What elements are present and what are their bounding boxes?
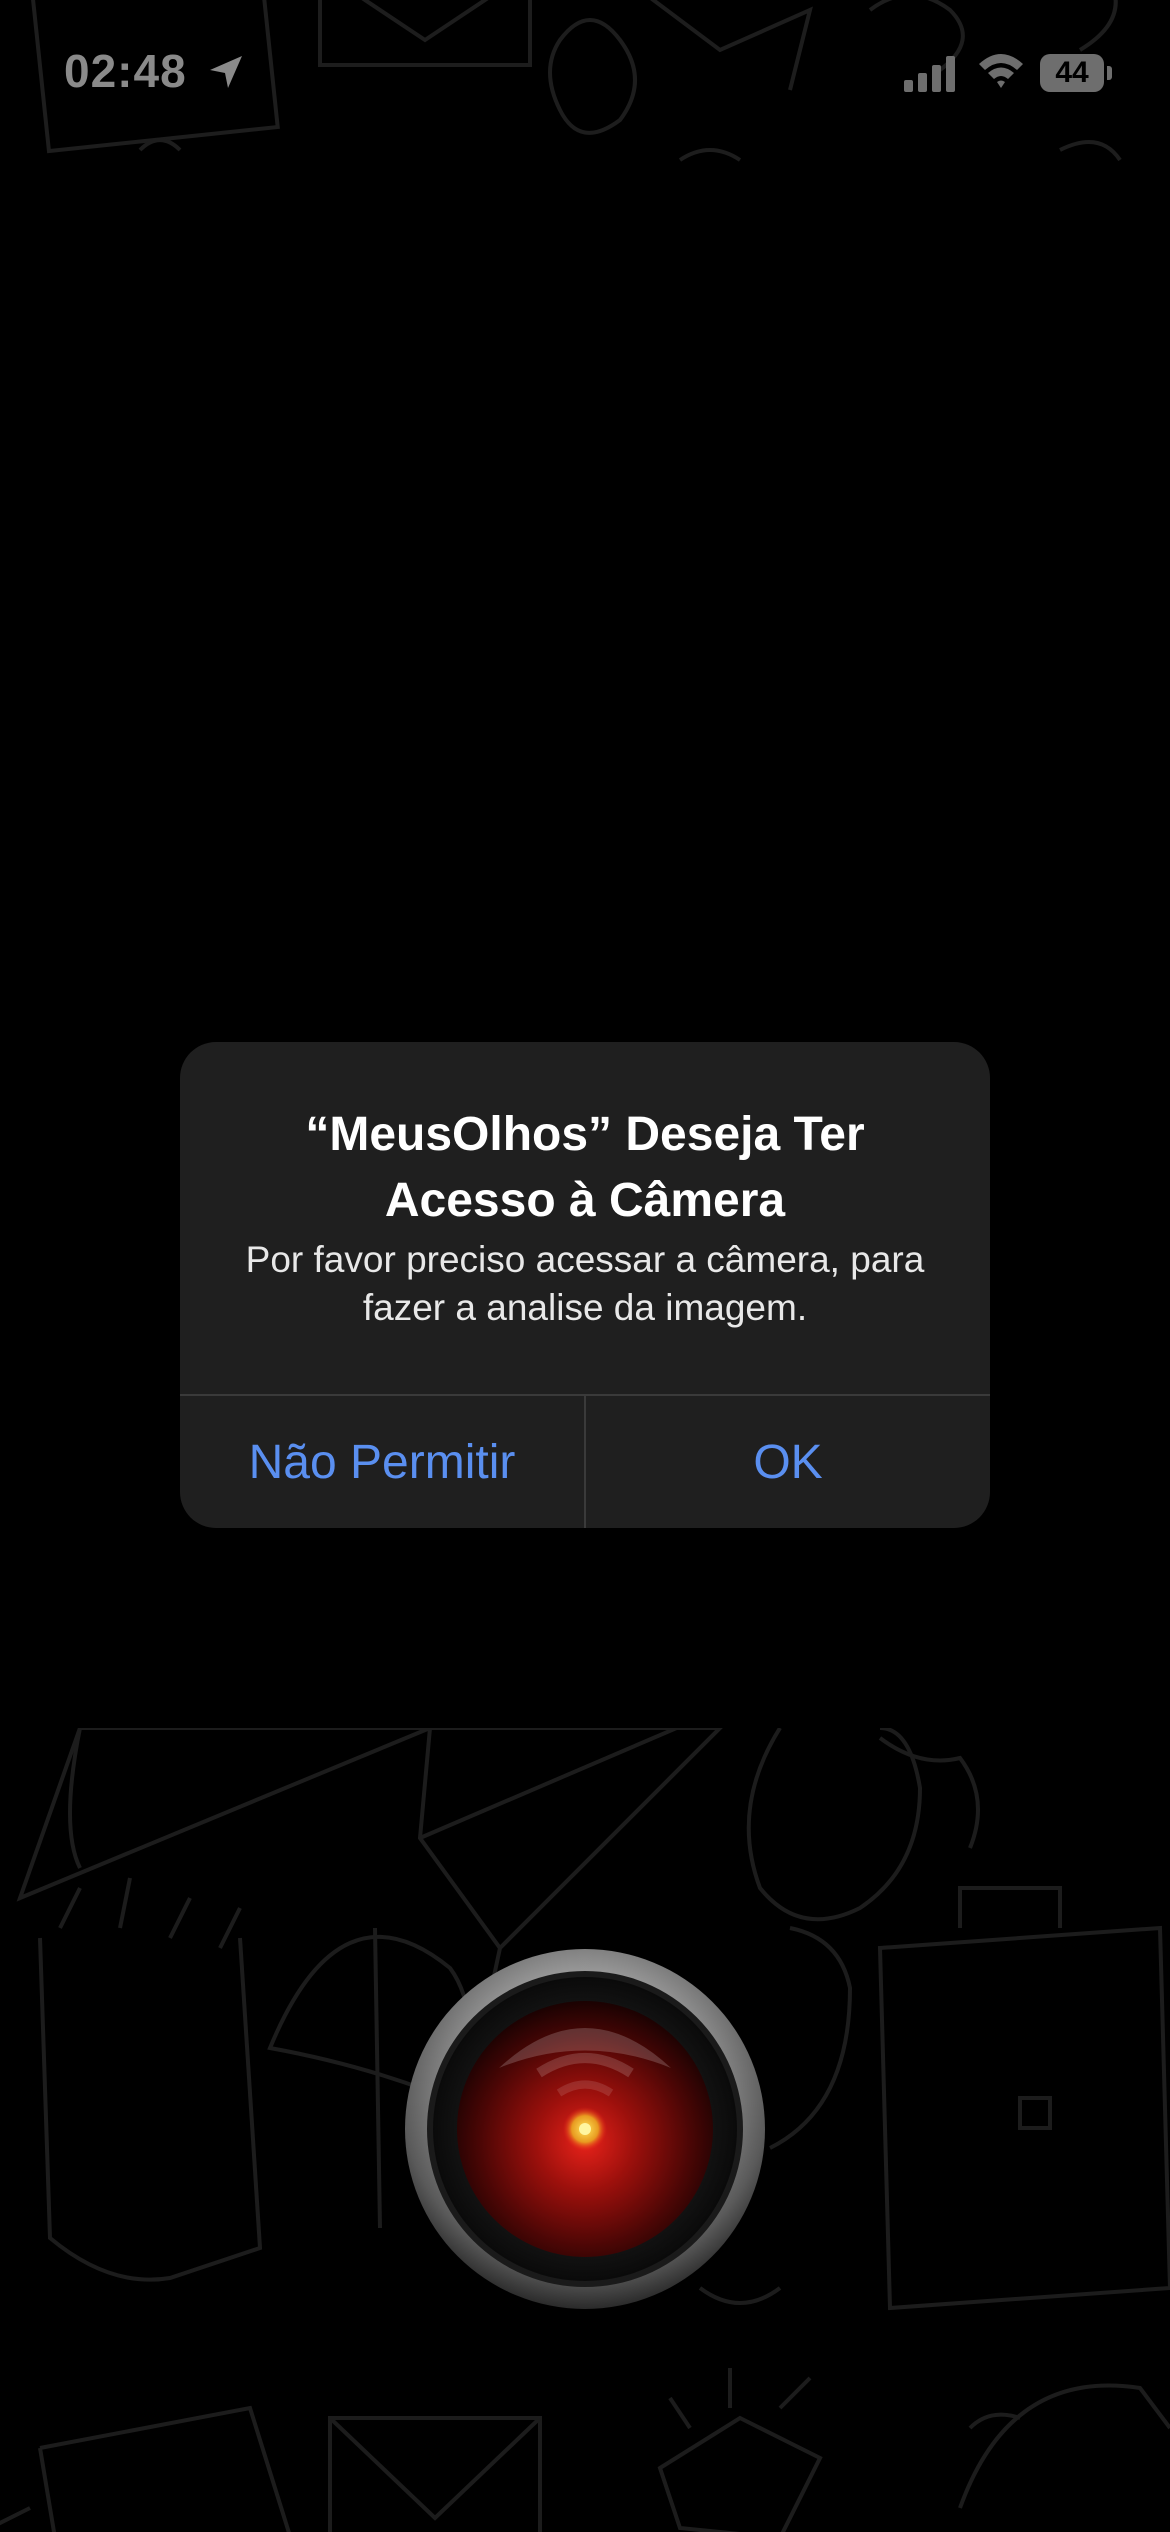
status-time: 02:48	[64, 45, 187, 97]
deny-button[interactable]: Não Permitir	[180, 1396, 584, 1528]
camera-eye-button[interactable]	[404, 1948, 766, 2310]
alert-title: “MeusOlhos” Deseja Ter Acesso à Câmera	[305, 1108, 865, 1227]
battery-indicator: 44	[1040, 54, 1112, 92]
status-bar: 02:48 44	[0, 0, 1170, 150]
alert-message: Por favor preciso acessar a câmera, para…	[245, 1239, 925, 1328]
camera-permission-alert: “MeusOlhos” Deseja Ter Acesso à Câmera P…	[180, 1042, 990, 1528]
app-screen: 02:48 44 “MeusOlhos” Deseja Ter Acesso à…	[0, 0, 1170, 2532]
location-arrow-icon	[206, 52, 246, 92]
battery-level: 44	[1055, 56, 1089, 89]
wifi-icon	[976, 50, 1026, 92]
ok-button[interactable]: OK	[586, 1396, 990, 1528]
cellular-signal-icon	[904, 56, 958, 92]
red-eye-lens-icon	[405, 1949, 765, 2309]
